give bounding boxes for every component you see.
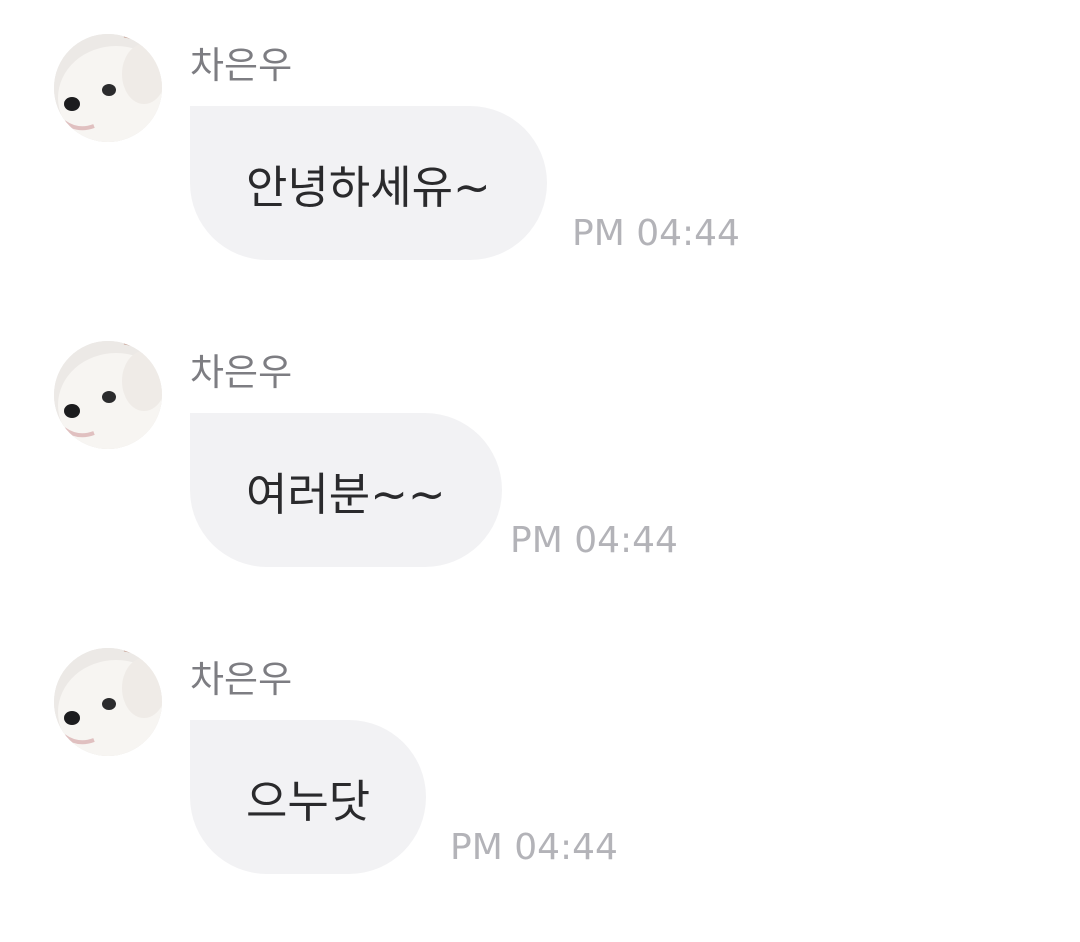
message-timestamp: PM 04:44 [510,520,678,561]
message-bubble[interactable]: 여러분~~ [190,413,502,567]
chat-message: 차은우 안녕하세유~ PM 04:44 [0,0,1080,260]
dog-avatar-icon [54,648,162,756]
sender-name: 차은우 [190,351,293,394]
sender-name: 차은우 [190,44,293,87]
avatar[interactable] [54,34,162,142]
message-bubble[interactable]: 안녕하세유~ [190,106,547,260]
dog-avatar-icon [54,34,162,142]
message-bubble[interactable]: 으누닷 [190,720,427,874]
message-timestamp: PM 04:44 [572,213,740,254]
avatar[interactable] [54,341,162,449]
message-text: 여러분~~ [246,467,446,521]
chat-message: 차은우 으누닷 PM 04:44 [0,614,1080,874]
message-text: 으누닷 [246,774,371,828]
message-timestamp: PM 04:44 [450,827,618,868]
message-text: 안녕하세유~ [246,160,491,214]
chat-message: 차은우 여러분~~ PM 04:44 [0,307,1080,567]
dog-avatar-icon [54,341,162,449]
avatar[interactable] [54,648,162,756]
sender-name: 차은우 [190,658,293,701]
